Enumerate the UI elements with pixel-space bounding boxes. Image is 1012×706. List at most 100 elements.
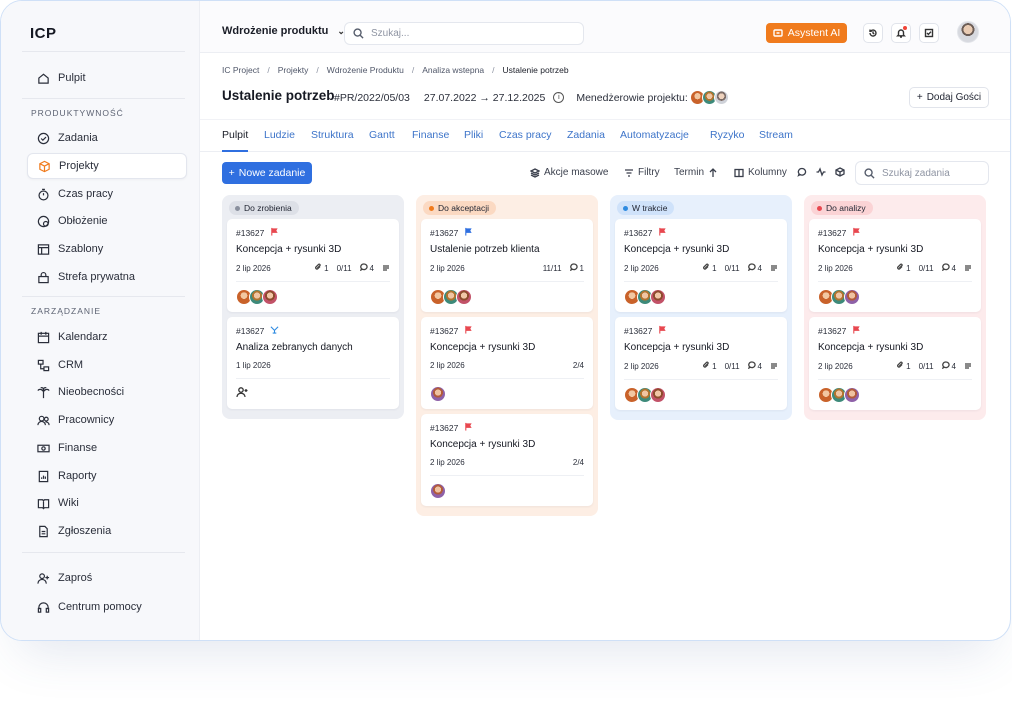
assignees[interactable] — [624, 387, 778, 403]
task-search-input[interactable]: Szukaj zadania — [855, 161, 989, 185]
template-icon — [36, 242, 50, 256]
assignees[interactable] — [818, 289, 972, 305]
sidebar-item-zgloszenia[interactable]: Zgłoszenia — [27, 518, 187, 544]
paperclip-icon — [702, 263, 710, 273]
assignees[interactable] — [430, 386, 584, 402]
tab-automatyzacje[interactable]: Automatyzacje — [620, 129, 689, 141]
activity-view-button[interactable] — [816, 167, 826, 177]
tab-ryzyko[interactable]: Ryzyko — [710, 129, 744, 141]
sort-term-button[interactable]: Termin — [674, 167, 718, 178]
task-card[interactable]: #13627 Koncepcja + rysunki 3D 2 lip 2026 1 0… — [615, 219, 787, 312]
comments-count: 1 — [569, 263, 584, 273]
sidebar-item-oblozenie[interactable]: Obłożenie — [27, 208, 187, 234]
tab-zadania[interactable]: Zadania — [567, 129, 605, 141]
ai-assistant-button[interactable]: Asystent AI — [766, 23, 847, 43]
breadcrumb-link[interactable]: Wdrożenie Produktu — [327, 65, 404, 75]
divider — [22, 98, 185, 99]
checklist-progress: 0/11 — [337, 264, 352, 273]
breadcrumb-link[interactable]: Analiza wstepna — [422, 65, 484, 75]
task-card[interactable]: #13627 Koncepcja + rysunki 3D 2 lip 2026 2/… — [421, 414, 593, 506]
task-card[interactable]: #13627 Koncepcja + rysunki 3D 2 lip 2026 1 0… — [809, 317, 981, 410]
global-search-input[interactable]: Szukaj... — [344, 22, 584, 45]
task-card[interactable]: #13627 Koncepcja + rysunki 3D 2 lip 2026 2/… — [421, 317, 593, 409]
sidebar-item-strefa-prywatna[interactable]: Strefa prywatna — [27, 264, 187, 290]
bulk-actions-label: Akcje masowe — [544, 167, 609, 178]
tab-gantt[interactable]: Gantt — [369, 129, 395, 141]
sidebar-item-raporty[interactable]: Raporty — [27, 463, 187, 489]
sidebar-item-nieobecnosci[interactable]: Nieobecności — [27, 379, 187, 405]
tab-czas-pracy[interactable]: Czas pracy — [499, 129, 552, 141]
assignees[interactable] — [430, 289, 584, 305]
comments-value: 4 — [951, 263, 956, 273]
plus-icon: + — [916, 92, 923, 103]
managers-avatars[interactable] — [689, 90, 729, 105]
top-bar: Wdrożenie produktu ⌄ Szukaj... Asystent … — [200, 1, 1010, 53]
task-card[interactable]: #13627 Koncepcja + rysunki 3D 2 lip 2026 1 0… — [227, 219, 399, 312]
task-title: Ustalenie potrzeb klienta — [430, 244, 540, 255]
divider — [430, 281, 584, 282]
new-task-button[interactable]: + Nowe zadanie — [222, 162, 312, 184]
checklist-progress: 11/11 — [543, 264, 562, 273]
task-card[interactable]: #13627 Koncepcja + rysunki 3D 2 lip 2026 1 0… — [809, 219, 981, 312]
sidebar-item-label: Zaproś — [58, 572, 93, 584]
board-column: Do akceptacji #13627 Ustalenie potrzeb kli… — [416, 195, 598, 516]
columns-button[interactable]: Kolumny — [734, 167, 787, 178]
sidebar-item-szablony[interactable]: Szablony — [27, 236, 187, 262]
tab-finanse[interactable]: Finanse — [412, 129, 449, 141]
sidebar-item-zapros[interactable]: Zaproś — [27, 565, 187, 591]
tab-pliki[interactable]: Pliki — [464, 129, 483, 141]
sidebar-item-zadania[interactable]: Zadania — [27, 125, 187, 151]
assignees[interactable] — [624, 289, 778, 305]
comments-view-button[interactable] — [797, 167, 807, 177]
breadcrumb-link[interactable]: Projekty — [278, 65, 309, 75]
tab-struktura[interactable]: Struktura — [311, 129, 354, 141]
filters-button[interactable]: Filtry — [624, 167, 660, 178]
comment-icon — [941, 263, 950, 273]
attachments-value: 1 — [712, 263, 717, 273]
info-icon[interactable]: i — [553, 92, 565, 103]
project-selector[interactable]: Wdrożenie produktu ⌄ — [222, 25, 345, 37]
task-title: Koncepcja + rysunki 3D — [818, 244, 924, 255]
attachments-value: 1 — [324, 263, 329, 273]
add-guests-button[interactable]: + Dodaj Gości — [909, 87, 989, 108]
tab-ludzie[interactable]: Ludzie — [264, 129, 295, 141]
task-card[interactable]: #13627 Koncepcja + rysunki 3D 2 lip 2026 1 0… — [615, 317, 787, 410]
page-title: Ustalenie potrzeb — [222, 88, 335, 103]
sidebar-item-czas-pracy[interactable]: Czas pracy — [27, 181, 187, 207]
assignees[interactable] — [818, 387, 972, 403]
headset-icon — [36, 600, 50, 614]
sidebar-item-pracownicy[interactable]: Pracownicy — [27, 407, 187, 433]
sidebar-item-label: Obłożenie — [58, 215, 108, 227]
sidebar-item-crm[interactable]: CRM — [27, 352, 187, 378]
sidebar-item-centrum-pomocy[interactable]: Centrum pomocy — [27, 594, 187, 620]
assign-person-button[interactable] — [236, 386, 390, 402]
sidebar-item-pulpit[interactable]: Pulpit — [27, 65, 187, 91]
task-id: #13627 — [430, 227, 459, 238]
notifications-button[interactable] — [891, 23, 911, 43]
tab-pulpit[interactable]: Pulpit — [222, 129, 248, 141]
sidebar-item-finanse[interactable]: Finanse — [27, 435, 187, 461]
column-title: Do analizy — [826, 203, 866, 213]
task-date: 2 lip 2026 — [818, 361, 853, 371]
task-card[interactable]: #13627 Analiza zebranych danych 1 lip 2026 — [227, 317, 399, 409]
bulk-actions-button[interactable]: Akcje masowe — [530, 167, 608, 178]
package-view-button[interactable] — [835, 167, 845, 177]
avatar — [844, 387, 860, 403]
sidebar-item-wiki[interactable]: Wiki — [27, 490, 187, 516]
task-card[interactable]: #13627 Ustalenie potrzeb klienta 2 lip 202… — [421, 219, 593, 312]
assignees[interactable] — [430, 483, 584, 499]
task-id-row: #13627 — [624, 325, 778, 336]
task-date: 2 lip 2026 — [624, 361, 659, 371]
attachments-value: 1 — [906, 361, 911, 371]
cube-icon — [835, 167, 845, 177]
tasks-button[interactable] — [919, 23, 939, 43]
sidebar-item-projekty[interactable]: Projekty — [27, 153, 187, 179]
history-button[interactable] — [863, 23, 883, 43]
assignees[interactable] — [236, 289, 390, 305]
user-avatar[interactable] — [957, 21, 979, 43]
flag-icon — [270, 325, 279, 336]
tab-stream[interactable]: Stream — [759, 129, 793, 141]
sidebar-item-kalendarz[interactable]: Kalendarz — [27, 324, 187, 350]
description-icon — [770, 362, 778, 370]
breadcrumb-link[interactable]: IC Project — [222, 65, 259, 75]
